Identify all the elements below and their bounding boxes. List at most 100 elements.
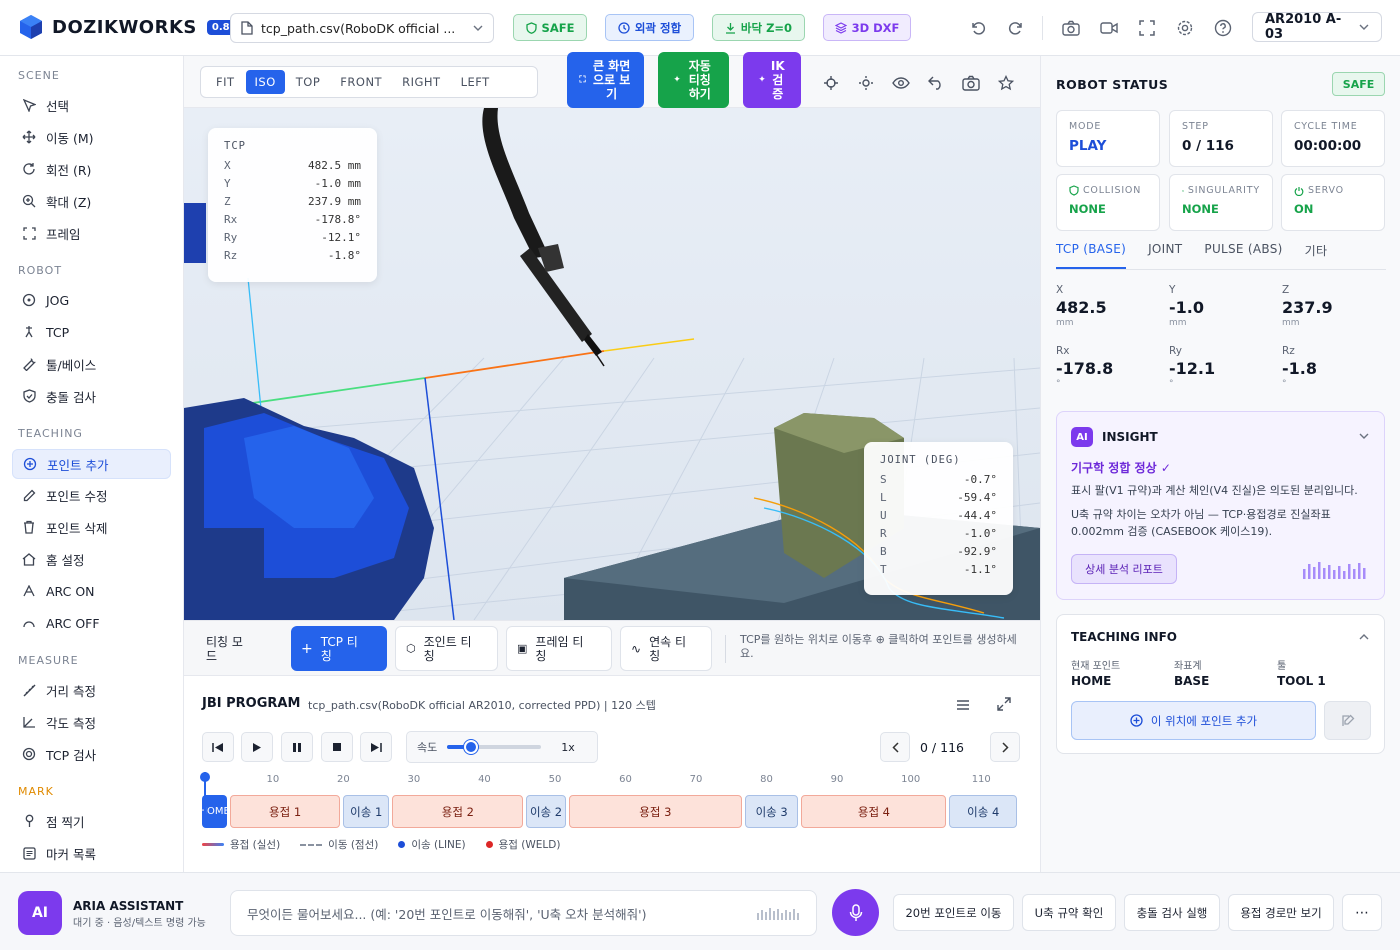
auto-teach-label: 자동 티칭 하기 <box>688 59 711 101</box>
help-icon[interactable] <box>1211 16 1235 40</box>
mic-button[interactable] <box>832 889 879 936</box>
view-iso-button[interactable]: ISO <box>245 70 285 94</box>
timeline-segment-weld[interactable]: 용접 3 <box>568 795 742 828</box>
sidebar-item-collision[interactable]: 충돌 검사 <box>12 381 171 411</box>
undo-view-icon[interactable] <box>927 74 945 92</box>
move-target-icon[interactable] <box>822 74 840 92</box>
tab-other[interactable]: 기타 <box>1305 242 1328 269</box>
sidebar-item-rotate[interactable]: 회전 (R) <box>12 154 171 184</box>
3d-viewport[interactable]: TCP X 482.5 mm Y -1.0 mm Z 237.9 mm Rx -178.… <box>184 108 1040 620</box>
section-title-teaching: TEACHING <box>18 427 83 440</box>
sidebar-item-tcp-check[interactable]: TCP 검사 <box>12 739 171 769</box>
next-step-button[interactable] <box>990 732 1020 762</box>
sidebar-item-delete-point[interactable]: 포인트 삭제 <box>12 512 171 542</box>
sidebar-item-marker-list[interactable]: 마커 목록 <box>12 838 171 868</box>
edit-point-button[interactable] <box>1324 701 1371 740</box>
timeline-segment-weld[interactable]: 용접 4 <box>801 795 947 828</box>
robot-select[interactable]: AR2010 A-03 <box>1252 12 1382 42</box>
continuous-teach-label: 연속 티칭 <box>649 634 686 663</box>
add-point-here-label: 이 위치에 포인트 추가 <box>1150 713 1258 728</box>
sidebar-item-edit-point[interactable]: 포인트 수정 <box>12 480 171 510</box>
view-right-button[interactable]: RIGHT <box>393 70 449 94</box>
menu-icon[interactable] <box>956 696 972 712</box>
joint-teach-button[interactable]: ⬡ 조인트 티칭 <box>395 626 498 671</box>
pause-button[interactable] <box>281 732 313 762</box>
continuous-teach-button[interactable]: ∿ 연속 티칭 <box>620 626 712 671</box>
sidebar-item-zoom[interactable]: 확대 (Z) <box>12 186 171 216</box>
sidebar-item-move[interactable]: 이동 (M) <box>12 122 171 152</box>
speed-slider[interactable] <box>447 740 542 754</box>
safe-chip[interactable]: SAFE <box>513 14 587 41</box>
timeline-segment-move[interactable]: 이송 1 <box>343 795 390 828</box>
ik-check-button[interactable]: ✦ IK 검증 <box>743 52 801 108</box>
timeline-segment-move[interactable]: 이송 3 <box>744 795 799 828</box>
sidebar-item-arc-off[interactable]: ARC OFF <box>12 608 171 638</box>
stop-button[interactable] <box>321 732 353 762</box>
sidebar-item-angle[interactable]: 각도 측정 <box>12 707 171 737</box>
tab-pulse[interactable]: PULSE (ABS) <box>1204 242 1282 269</box>
fullscreen-icon[interactable] <box>1135 16 1159 40</box>
sidebar-item-select[interactable]: 선택 <box>12 90 171 120</box>
chevron-down-icon[interactable] <box>1359 433 1369 439</box>
camera-icon[interactable] <box>1059 16 1083 40</box>
expand-panel-icon[interactable] <box>997 696 1013 712</box>
star-icon[interactable] <box>997 74 1015 92</box>
skip-back-button[interactable] <box>202 732 234 762</box>
coord-y: Y -1.0 mm <box>1169 284 1269 328</box>
timeline-segment-weld[interactable]: 용접 2 <box>392 795 524 828</box>
quick-collision-check-button[interactable]: 충돌 검사 실행 <box>1124 894 1220 931</box>
sidebar-item-distance[interactable]: 거리 측정 <box>12 675 171 705</box>
add-point-here-button[interactable]: 이 위치에 포인트 추가 <box>1071 701 1316 740</box>
wrench-icon <box>22 357 36 371</box>
sidebar-item-label: 이동 (M) <box>46 130 94 146</box>
sidebar-item-arc-on[interactable]: ARC ON <box>12 576 171 606</box>
frame-teach-button[interactable]: ▣ 프레임 티칭 <box>506 626 612 671</box>
more-options-button[interactable]: ⋯ <box>1342 894 1382 931</box>
dxf-chip[interactable]: 3D DXF <box>823 14 911 41</box>
sidebar-item-label: 거리 측정 <box>46 683 96 699</box>
tab-tcp-base[interactable]: TCP (BASE) <box>1056 242 1127 269</box>
view-fit-button[interactable]: FIT <box>207 70 244 94</box>
view-front-button[interactable]: FRONT <box>331 70 391 94</box>
quick-move-point-20-button[interactable]: 20번 포인트로 이동 <box>893 894 1014 931</box>
assistant-input[interactable]: 무엇이든 물어보세요... (예: '20번 포인트로 이동해줘', 'U축 오… <box>230 890 817 936</box>
redo-icon[interactable] <box>1004 16 1028 40</box>
timeline-playhead-knob[interactable] <box>200 772 210 782</box>
play-button[interactable] <box>241 732 273 762</box>
big-view-button[interactable]: ⛶ 큰 화면으로 보기 <box>567 52 644 108</box>
timeline-segment-move[interactable]: 이송 2 <box>526 795 566 828</box>
eye-icon[interactable] <box>892 74 910 92</box>
view-left-button[interactable]: LEFT <box>452 70 499 94</box>
floor-z-chip[interactable]: 바닥 Z=0 <box>712 14 805 41</box>
sidebar-item-tool-base[interactable]: 툴/베이스 <box>12 349 171 379</box>
coord-unit: mm <box>1282 318 1300 328</box>
sidebar-item-frame[interactable]: 프레임 <box>12 218 171 248</box>
pencil-icon <box>22 488 36 502</box>
skip-forward-button[interactable] <box>360 732 392 762</box>
quick-u-axis-check-button[interactable]: U축 규약 확인 <box>1022 894 1116 931</box>
gear-icon[interactable] <box>1173 16 1197 40</box>
file-select[interactable]: tcp_path.csv(RoboDK official ... <box>230 13 494 43</box>
outer-match-chip[interactable]: 외곽 정합 <box>605 14 694 41</box>
stat-card-collision: COLLISION NONE <box>1056 174 1160 231</box>
video-icon[interactable] <box>1097 16 1121 40</box>
speed-slider-knob[interactable] <box>463 740 478 754</box>
view-top-button[interactable]: TOP <box>287 70 330 94</box>
timeline-segment-weld[interactable]: 용접 1 <box>230 795 341 828</box>
sidebar-item-add-point[interactable]: 포인트 추가 <box>12 449 171 479</box>
auto-teach-button[interactable]: ✦ 자동 티칭 하기 <box>658 52 729 108</box>
screenshot-icon[interactable] <box>962 74 980 92</box>
undo-icon[interactable] <box>966 16 990 40</box>
chevron-up-icon[interactable] <box>1359 634 1369 640</box>
sidebar-item-jog[interactable]: JOG <box>12 285 171 315</box>
detail-report-button[interactable]: 상세 분석 리포트 <box>1071 554 1177 584</box>
sidebar-item-tcp[interactable]: TCP <box>12 317 171 347</box>
sun-icon[interactable] <box>857 74 875 92</box>
tab-joint[interactable]: JOINT <box>1148 242 1182 269</box>
tcp-teach-button[interactable]: + TCP 티칭 <box>291 626 387 671</box>
timeline-segment-move[interactable]: 이송 4 <box>949 795 1017 828</box>
prev-step-button[interactable] <box>880 732 910 762</box>
sidebar-item-home[interactable]: 홈 설정 <box>12 544 171 574</box>
sidebar-item-point-mark[interactable]: 점 찍기 <box>12 806 171 836</box>
quick-weld-path-only-button[interactable]: 용접 경로만 보기 <box>1228 894 1334 931</box>
